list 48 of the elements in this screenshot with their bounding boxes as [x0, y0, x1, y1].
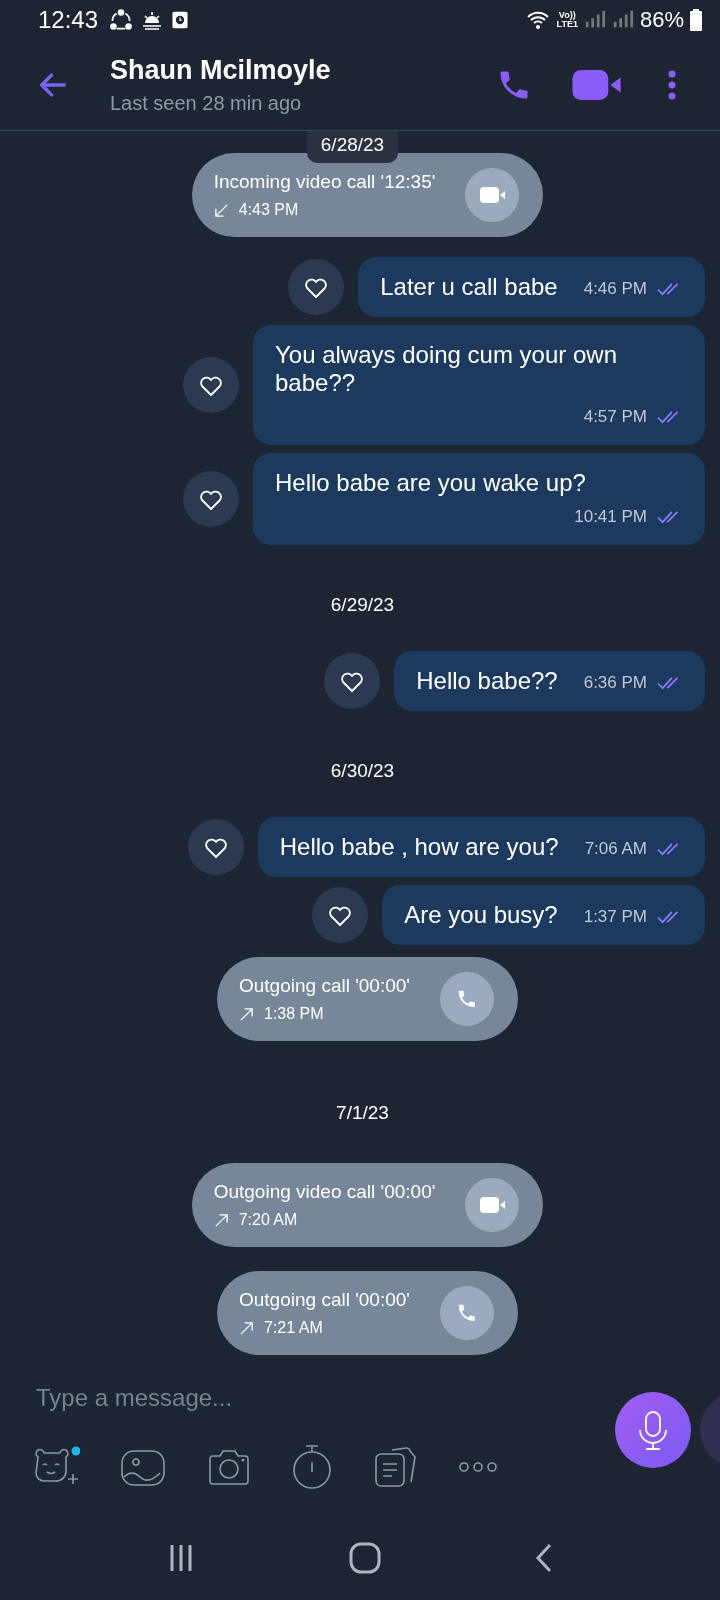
camera-icon[interactable]: [206, 1447, 252, 1488]
message-time: 7:06 AM: [584, 839, 647, 860]
call-time: 7:21 AM: [264, 1319, 323, 1338]
call-title: Incoming video call '12:35': [213, 171, 436, 194]
clock-icon: [170, 10, 191, 30]
microphone-button[interactable]: [615, 1392, 691, 1468]
share-icon: [108, 7, 135, 33]
call-title: Outgoing video call '00:00': [213, 1181, 436, 1204]
battery-icon: [690, 9, 702, 31]
message-text: Hello babe are you wake up?: [275, 469, 587, 498]
signal-icon: [583, 10, 606, 30]
date-label: 6/28/23: [306, 131, 399, 164]
message-time: 4:46 PM: [583, 279, 647, 300]
date-label: 6/30/23: [330, 759, 395, 784]
message-time: 10:41 PM: [574, 507, 647, 528]
date-label: 7/1/23: [336, 1101, 389, 1126]
message-text: Are you busy?: [404, 901, 558, 930]
message-text: Hello babe??: [416, 667, 558, 696]
call-time: 1:38 PM: [264, 1005, 324, 1024]
message-text: Hello babe , how are you?: [279, 833, 559, 862]
call-time: 4:43 PM: [238, 201, 299, 220]
date-label: 6/29/23: [330, 593, 395, 618]
network-label: Vo)) LTE1: [556, 11, 578, 29]
signal-icon: [611, 10, 634, 30]
message-time: 6:36 PM: [583, 673, 647, 694]
message-time: 1:37 PM: [583, 907, 647, 928]
gallery-icon[interactable]: [120, 1447, 166, 1488]
phone-call-icon[interactable]: [440, 972, 494, 1027]
call-title: Outgoing call '00:00': [239, 1289, 410, 1312]
timer-icon[interactable]: [292, 1444, 332, 1491]
status-time: 12:43: [38, 6, 99, 34]
phone-call-icon[interactable]: [440, 1286, 494, 1341]
contact-name: Shaun Mcilmoyle: [110, 55, 332, 87]
video-camera-icon[interactable]: [572, 68, 622, 103]
battery-level: 86%: [639, 7, 684, 33]
message-input[interactable]: Type a message...: [36, 1383, 233, 1412]
last-seen: Last seen 28 min ago: [110, 92, 303, 116]
more-options-icon[interactable]: [458, 1461, 498, 1474]
home-icon[interactable]: [348, 1541, 382, 1576]
message-time: 4:57 PM: [583, 407, 647, 428]
more-icon[interactable]: [668, 70, 676, 101]
call-title: Outgoing call '00:00': [239, 975, 410, 998]
message-text: Later u call babe: [380, 273, 558, 302]
back-nav-icon[interactable]: [534, 1542, 554, 1575]
video-call-icon[interactable]: [465, 1178, 520, 1233]
message-text: You always doing cum your own babe??: [275, 341, 618, 398]
call-time: 7:20 AM: [238, 1211, 298, 1230]
video-call-icon[interactable]: [465, 168, 520, 223]
